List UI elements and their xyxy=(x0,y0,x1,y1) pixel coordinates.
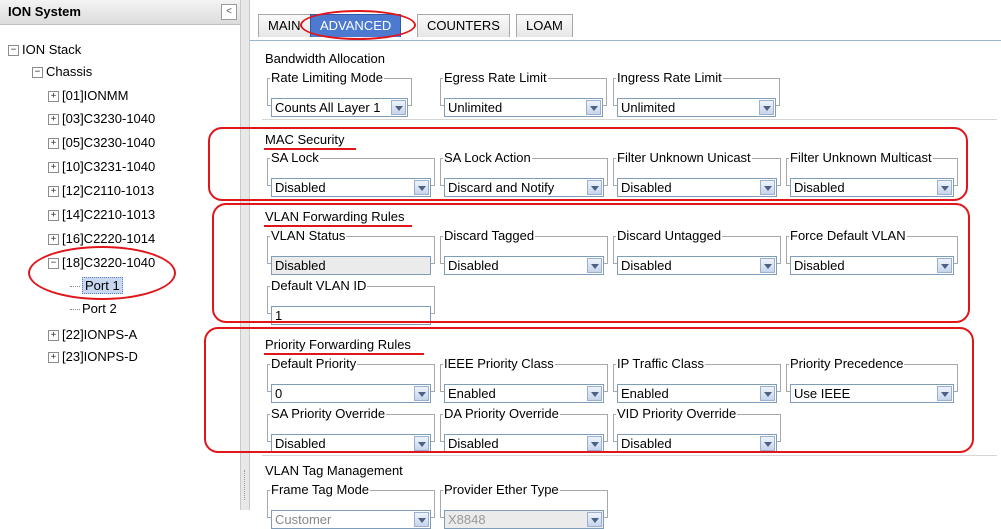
tree-node-22-ionps-a[interactable]: + [22]IONPS-A xyxy=(48,325,137,345)
section-divider xyxy=(262,455,997,456)
frame-tag-mode-select[interactable]: Customer xyxy=(271,510,431,529)
annotation-oval-port1 xyxy=(28,246,176,300)
egress-rate-limit-group: Egress Rate Limit Unlimited xyxy=(440,70,607,117)
expand-icon[interactable]: + xyxy=(48,210,59,222)
tab-loam[interactable]: LOAM xyxy=(516,14,573,37)
dropdown-arrow-icon[interactable] xyxy=(391,100,406,115)
dropdown-arrow-icon[interactable] xyxy=(586,100,601,115)
ingress-rate-limit-group: Ingress Rate Limit Unlimited xyxy=(613,70,780,117)
field-label: Provider Ether Type xyxy=(444,482,559,497)
expand-icon[interactable]: + xyxy=(48,234,59,246)
collapse-icon[interactable]: − xyxy=(8,45,19,57)
tree-node-01-ionmm[interactable]: + [01]IONMM xyxy=(48,86,128,106)
tree-node-label: [14]C2210-1013 xyxy=(62,207,156,222)
tree-node-14-c2210[interactable]: + [14]C2210-1013 xyxy=(48,205,155,225)
tree-node-label: [03]C3230-1040 xyxy=(62,111,156,126)
tree-node-label: Port 2 xyxy=(82,301,117,316)
tree-title: ION System xyxy=(8,4,81,19)
tree-node-chassis[interactable]: − Chassis xyxy=(32,62,92,82)
tab-counters[interactable]: COUNTERS xyxy=(417,14,510,37)
expand-icon[interactable]: + xyxy=(48,162,59,174)
expand-icon[interactable]: + xyxy=(48,186,59,198)
rate-limiting-mode-group: Rate Limiting Mode Counts All Layer 1 xyxy=(267,70,412,117)
tree-node-label: [23]IONPS-D xyxy=(62,349,138,364)
field-label: Egress Rate Limit xyxy=(444,70,547,85)
section-title-vlan-tag: VLAN Tag Management xyxy=(265,463,403,478)
tree-node-05-c3230[interactable]: + [05]C3230-1040 xyxy=(48,133,155,153)
tree-node-label: [05]C3230-1040 xyxy=(62,135,156,150)
tree-node-12-c2110[interactable]: + [12]C2110-1013 xyxy=(48,181,154,201)
tree-node-label: [01]IONMM xyxy=(62,88,129,103)
expand-icon[interactable]: + xyxy=(48,114,59,126)
field-label: Rate Limiting Mode xyxy=(271,70,383,85)
collapse-panel-button[interactable]: < xyxy=(221,4,237,20)
provider-ether-type-select[interactable]: X8848 xyxy=(444,510,604,529)
annotation-oval-advanced-tab xyxy=(300,10,416,40)
dropdown-arrow-icon[interactable] xyxy=(587,512,602,527)
annotation-box-vlan-forwarding xyxy=(212,203,970,323)
splitter-grip[interactable] xyxy=(244,470,247,500)
tree-node-label: [10]C3231-1040 xyxy=(62,159,156,174)
expand-icon[interactable]: + xyxy=(48,352,59,364)
tree-node-10-c3231[interactable]: + [10]C3231-1040 xyxy=(48,157,155,177)
rate-limiting-mode-select[interactable]: Counts All Layer 1 xyxy=(271,98,408,117)
tree-node-label: [12]C2110-1013 xyxy=(62,183,155,198)
content-area: Bandwidth Allocation Rate Limiting Mode … xyxy=(204,41,1001,529)
provider-ether-type-group: Provider Ether Type X8848 xyxy=(440,482,608,529)
annotation-box-mac-security xyxy=(208,127,968,201)
tab-bar: MAIN ADVANCED COUNTERS LOAM xyxy=(250,0,1001,41)
tree-node-23-ionps-d[interactable]: + [23]IONPS-D xyxy=(48,347,138,367)
section-divider xyxy=(262,119,997,120)
tree-node-label: [16]C2220-1014 xyxy=(62,231,156,246)
collapse-icon[interactable]: − xyxy=(32,67,43,79)
dropdown-arrow-icon[interactable] xyxy=(759,100,774,115)
tree-node-03-c3230[interactable]: + [03]C3230-1040 xyxy=(48,109,155,129)
frame-tag-mode-group: Frame Tag Mode Customer xyxy=(267,482,435,529)
tree-node-label: ION Stack xyxy=(22,42,82,57)
tree-node-ion-stack[interactable]: − ION Stack xyxy=(8,40,81,60)
expand-icon[interactable]: + xyxy=(48,91,59,103)
field-label: Frame Tag Mode xyxy=(271,482,370,497)
tree-node-label: [22]IONPS-A xyxy=(62,327,138,342)
expand-icon[interactable]: + xyxy=(48,138,59,150)
ingress-rate-limit-select[interactable]: Unlimited xyxy=(617,98,776,117)
tree-connector xyxy=(70,309,80,311)
annotation-box-priority-forwarding xyxy=(204,327,974,453)
tree-header: ION System < xyxy=(0,0,240,25)
section-title-bandwidth: Bandwidth Allocation xyxy=(265,51,385,66)
tree-node-port-2[interactable]: Port 2 xyxy=(70,299,117,319)
egress-rate-limit-select[interactable]: Unlimited xyxy=(444,98,603,117)
tree-node-label: Chassis xyxy=(46,64,93,79)
expand-icon[interactable]: + xyxy=(48,330,59,342)
field-label: Ingress Rate Limit xyxy=(617,70,722,85)
dropdown-arrow-icon[interactable] xyxy=(414,512,429,527)
main-panel: MAIN ADVANCED COUNTERS LOAM Bandwidth Al… xyxy=(204,0,1001,529)
